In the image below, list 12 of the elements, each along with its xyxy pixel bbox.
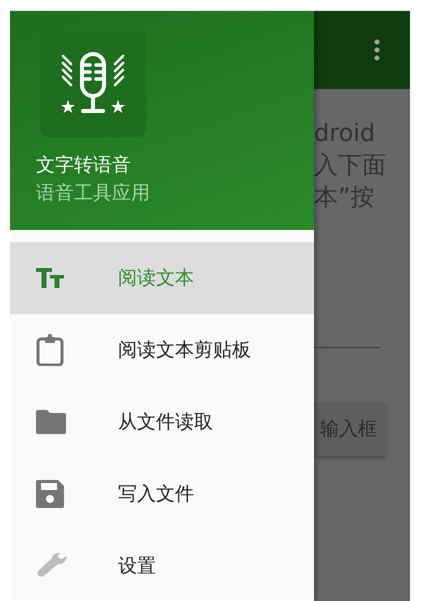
app-title: 文字转语音 xyxy=(36,153,131,178)
app-logo-icon xyxy=(40,31,146,137)
clipboard-icon xyxy=(36,334,64,366)
app-subtitle: 语音工具应用 xyxy=(36,181,150,206)
drawer-menu-item[interactable]: 从文件读取 xyxy=(10,386,314,458)
wrench-icon xyxy=(36,553,68,579)
drawer-menu-item[interactable]: 设置 xyxy=(10,530,314,601)
drawer-menu-item[interactable]: 阅读文本剪贴板 xyxy=(10,314,314,386)
drawer-menu-item[interactable]: 写入文件 xyxy=(10,458,314,530)
more-options-icon[interactable] xyxy=(374,39,380,61)
text-size-icon xyxy=(36,268,64,288)
folder-icon xyxy=(36,410,66,434)
